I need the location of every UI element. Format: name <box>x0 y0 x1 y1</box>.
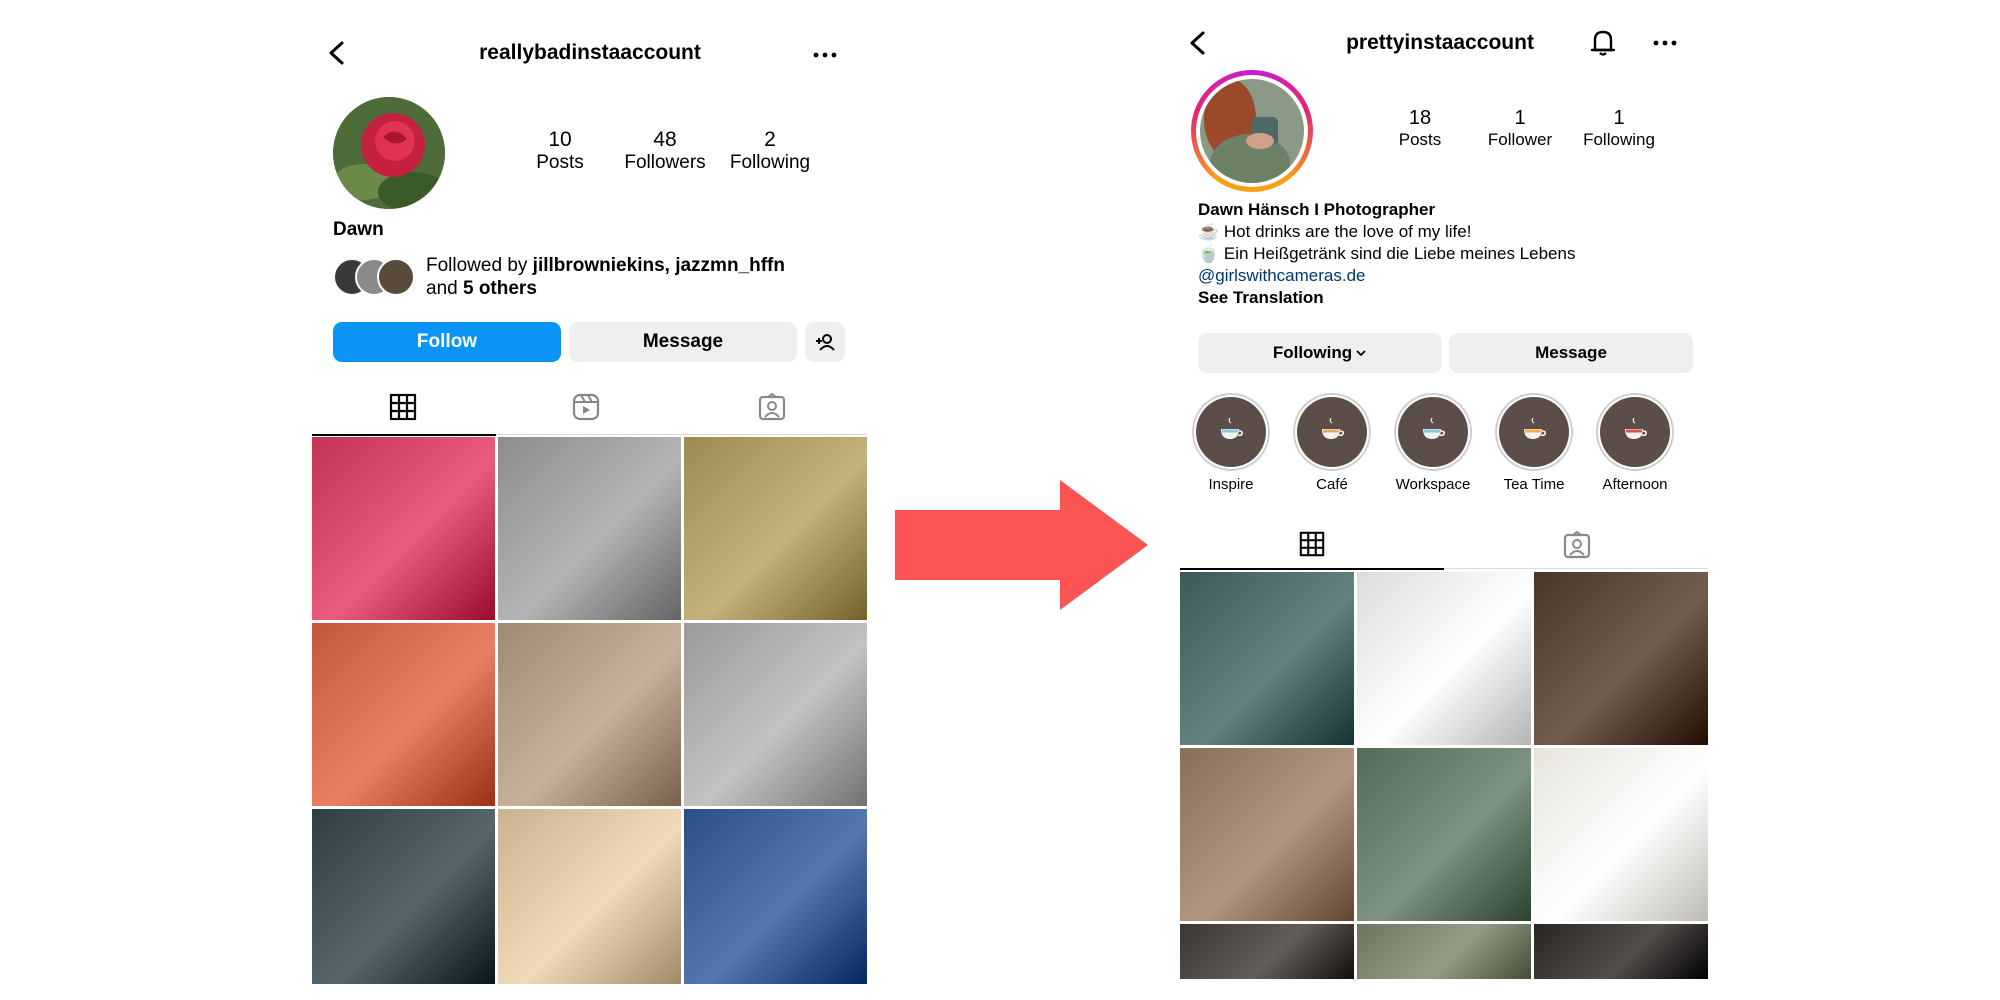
reels-icon[interactable] <box>571 392 601 422</box>
post-thumbnail[interactable] <box>498 809 681 984</box>
post-thumbnail[interactable] <box>684 623 867 806</box>
posts-label: Posts <box>1398 130 1442 149</box>
avatar <box>1200 79 1304 183</box>
bio-line-2-text: Ein Heißgetränk sind die Liebe meines Le… <box>1223 244 1576 263</box>
grid-icon[interactable] <box>1298 530 1326 558</box>
following-label: Following <box>1583 130 1655 149</box>
followers-stat[interactable]: 48 Followers <box>615 128 715 174</box>
tab-divider <box>496 434 866 435</box>
avatar[interactable] <box>333 97 445 209</box>
post-thumbnail[interactable] <box>312 437 495 620</box>
post-thumbnail[interactable] <box>1357 748 1531 921</box>
following-count: 2 <box>764 128 776 151</box>
post-thumbnail[interactable] <box>1180 924 1354 979</box>
transition-arrow <box>895 480 1150 610</box>
cup-icon <box>1216 415 1246 450</box>
following-stat[interactable]: 2 Following <box>720 128 820 174</box>
profile-username: prettyinstaaccount <box>1346 31 1534 54</box>
tab-divider <box>1444 568 1708 569</box>
followers-count: 48 <box>653 128 677 151</box>
followed-by-text[interactable]: Followed by jillbrowniekins, jazzmn_hffn… <box>426 254 785 300</box>
highlight-3[interactable] <box>1495 393 1573 471</box>
post-thumbnail[interactable] <box>1357 924 1531 979</box>
following-button-label: Following <box>1272 343 1353 362</box>
follower-avatars[interactable] <box>333 258 418 296</box>
avatar <box>377 258 415 296</box>
back-arrow-icon[interactable] <box>1183 28 1213 58</box>
tagged-icon[interactable] <box>1562 530 1592 560</box>
post-thumbnail[interactable] <box>312 623 495 806</box>
cup-icon <box>1620 415 1650 450</box>
bio-line-2: 🍵 Ein Heißgetränk sind die Liebe meines … <box>1198 243 1575 265</box>
profile-name: Dawn <box>333 219 384 240</box>
message-button[interactable]: Message <box>569 322 797 362</box>
cup-icon <box>1519 415 1549 450</box>
bell-icon[interactable] <box>1587 26 1619 58</box>
profile-username: reallybadinstaaccount <box>479 41 701 64</box>
highlight-4[interactable] <box>1596 393 1674 471</box>
active-tab-indicator <box>312 434 496 436</box>
see-translation-link[interactable]: See Translation <box>1198 287 1575 309</box>
followers-label: Follower <box>1487 130 1553 149</box>
post-thumbnail[interactable] <box>1534 572 1708 745</box>
grid-icon[interactable] <box>388 392 418 422</box>
cup-icon <box>1418 415 1448 450</box>
post-thumbnail[interactable] <box>498 437 681 620</box>
highlight-1[interactable] <box>1293 393 1371 471</box>
bio-line-1-text: Hot drinks are the love of my life! <box>1223 222 1472 241</box>
post-thumbnail[interactable] <box>1534 748 1708 921</box>
follow-button[interactable]: Follow <box>333 322 561 362</box>
highlight-label: Café <box>1316 476 1348 493</box>
arrow-shape <box>895 480 1148 610</box>
followed-by-and: and <box>426 278 463 299</box>
bio-name: Dawn Hänsch I Photographer <box>1198 200 1436 219</box>
post-thumbnail[interactable] <box>1180 748 1354 921</box>
followed-by-names: jillbrowniekins, jazzmn_hffn <box>532 255 785 276</box>
highlight-label: Tea Time <box>1503 476 1565 493</box>
add-person-icon <box>813 330 837 354</box>
post-thumbnail[interactable] <box>1357 572 1531 745</box>
post-thumbnail[interactable] <box>498 623 681 806</box>
tagged-icon[interactable] <box>757 392 787 422</box>
bio-link[interactable]: @girlswithcameras.de <box>1198 265 1575 287</box>
more-options-icon[interactable] <box>1650 28 1680 58</box>
posts-count: 10 <box>548 128 572 151</box>
highlight-label: Workspace <box>1395 476 1471 493</box>
more-options-icon[interactable] <box>810 40 840 70</box>
cup-icon <box>1317 415 1347 450</box>
active-tab-indicator <box>1180 568 1444 570</box>
bio-line-1: ☕ Hot drinks are the love of my life! <box>1198 221 1575 243</box>
followers-label: Followers <box>624 152 706 173</box>
highlight-label: Inspire <box>1208 476 1254 493</box>
post-thumbnail[interactable] <box>1534 924 1708 979</box>
followers-count: 1 <box>1514 107 1526 129</box>
posts-count: 18 <box>1408 107 1432 129</box>
followed-by-prefix: Followed by <box>426 255 533 276</box>
back-arrow-icon[interactable] <box>322 38 352 68</box>
post-thumbnail[interactable] <box>684 809 867 984</box>
chevron-down-icon <box>1355 347 1367 359</box>
highlight-0[interactable] <box>1192 393 1270 471</box>
story-ring[interactable] <box>1191 70 1313 192</box>
posts-label: Posts <box>536 152 584 173</box>
tea-emoji: 🍵 <box>1198 244 1220 263</box>
posts-stat[interactable]: 18 Posts <box>1380 107 1460 150</box>
highlight-2[interactable] <box>1394 393 1472 471</box>
post-thumbnail[interactable] <box>684 437 867 620</box>
following-button[interactable]: Following <box>1198 333 1442 373</box>
highlight-label: Afternoon <box>1602 476 1668 493</box>
following-count: 1 <box>1613 107 1625 129</box>
post-thumbnail[interactable] <box>312 809 495 984</box>
following-label: Following <box>729 152 811 173</box>
posts-stat[interactable]: 10 Posts <box>520 128 600 174</box>
suggest-people-button[interactable] <box>805 322 845 362</box>
followed-by-others: 5 others <box>462 278 537 299</box>
post-thumbnail[interactable] <box>1180 572 1354 745</box>
coffee-emoji: ☕ <box>1198 222 1220 241</box>
message-button[interactable]: Message <box>1449 333 1693 373</box>
following-stat[interactable]: 1 Following <box>1569 107 1669 150</box>
bio: Dawn Hänsch I Photographer ☕ Hot drinks … <box>1198 199 1575 309</box>
followers-stat[interactable]: 1 Follower <box>1470 107 1570 150</box>
